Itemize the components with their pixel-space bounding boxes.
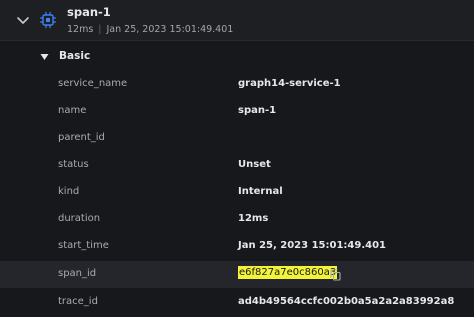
section-basic-toggle[interactable]: Basic [0,44,474,70]
attribute-row-parent-id: parent_id [0,125,474,152]
attribute-value: span-1 [238,105,277,116]
attribute-value: ad4b49564ccfc002b0a5a2a2a83992a8 [238,296,455,307]
attribute-key: span_id [58,268,97,279]
attribute-key: service_name [58,78,128,89]
attribute-key: name [58,105,87,116]
attribute-key: status [58,159,89,170]
span-timestamp: Jan 25, 2023 15:01:49.401 [106,24,234,35]
span-header[interactable]: span-1 12ms | Jan 25, 2023 15:01:49.401 [0,0,474,41]
attribute-value: 12ms [238,213,269,224]
caret-down-icon[interactable] [40,53,49,61]
span-meta: 12ms | Jan 25, 2023 15:01:49.401 [67,24,233,35]
attribute-key: trace_id [58,296,98,307]
attribute-row-trace-id: trace_id ad4b49564ccfc002b0a5a2a2a83992a… [0,289,474,316]
attribute-key: duration [58,213,101,224]
attribute-row-service-name: service_name graph14-service-1 [0,71,474,98]
span-details-panel: span-1 12ms | Jan 25, 2023 15:01:49.401 Ba… [0,0,474,317]
attribute-key: kind [58,186,80,197]
attribute-key: parent_id [58,132,105,143]
attribute-value: graph14-service-1 [238,78,341,89]
attribute-value: Jan 25, 2023 15:01:49.401 [238,240,386,251]
attribute-key: start_time [58,240,109,251]
attribute-row-span-id[interactable]: span_id e6f827a7e0c860a3 [0,261,474,288]
chevron-down-icon[interactable] [15,12,31,28]
attribute-row-kind: kind Internal [0,179,474,206]
meta-separator: | [98,24,102,35]
attribute-value: Unset [238,159,271,170]
section-title: Basic [59,50,91,62]
attribute-row-start-time: start_time Jan 25, 2023 15:01:49.401 [0,233,474,260]
attribute-row-status: status Unset [0,152,474,179]
span-title: span-1 [67,5,111,19]
attribute-row-name: name span-1 [0,98,474,125]
attribute-value-highlighted[interactable]: e6f827a7e0c860a3 [238,266,338,279]
copy-icon[interactable] [330,269,341,281]
attribute-row-duration: duration 12ms [0,206,474,233]
span-duration: 12ms [67,24,94,35]
attribute-value: Internal [238,186,283,197]
chip-icon [39,11,57,29]
